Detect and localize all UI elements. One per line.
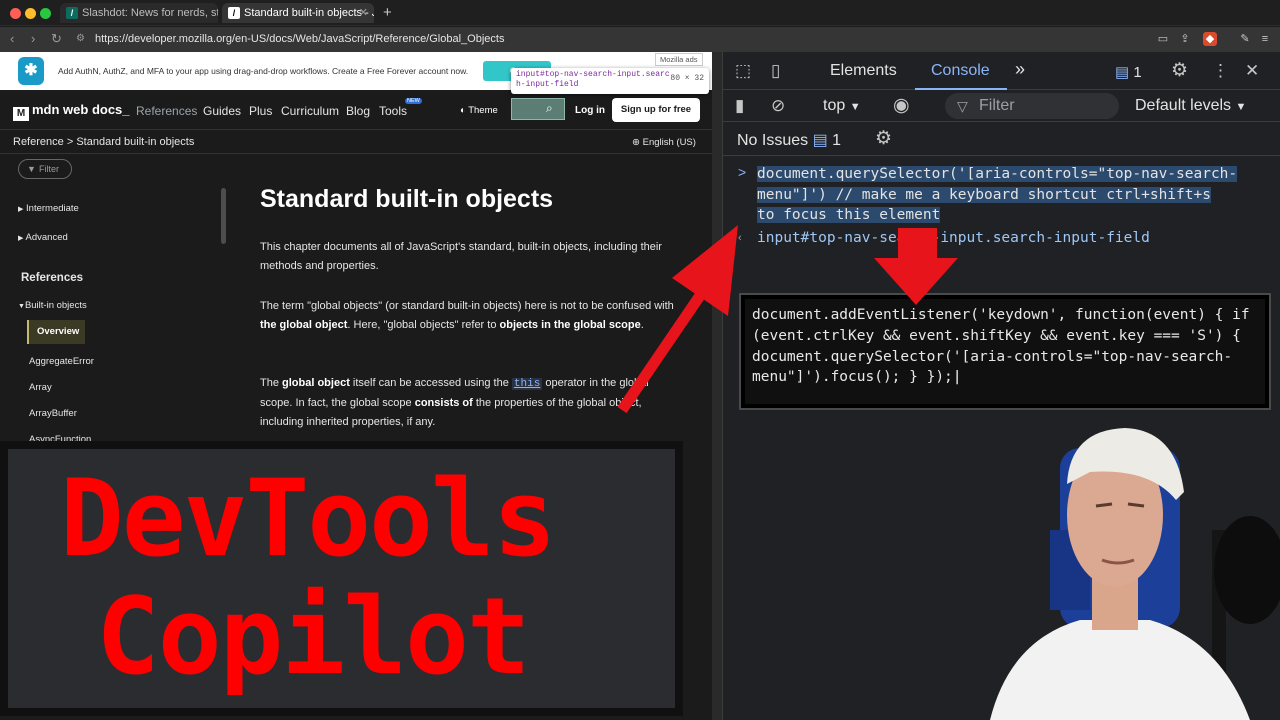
webcam-presenter (990, 428, 1280, 720)
red-arrow-diagonal (617, 225, 738, 414)
red-arrow-down (874, 228, 958, 305)
white-tshirt (990, 620, 1250, 720)
